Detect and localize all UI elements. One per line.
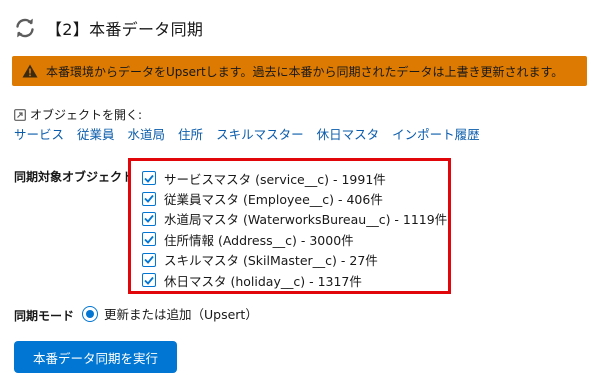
sync-target-holiday[interactable]: 休日マスタ (holiday__c) - 1317件	[142, 270, 448, 290]
object-links: サービス 従業員 水道局 住所 スキルマスター 休日マスタ インポート履歴	[14, 124, 493, 143]
checkbox[interactable]	[142, 252, 156, 267]
checkbox[interactable]	[142, 211, 156, 226]
sync-target-employee[interactable]: 従業員マスタ (Employee__c) - 406件	[142, 188, 448, 208]
link-skill-master[interactable]: スキルマスター	[216, 124, 304, 143]
page-title: 【2】本番データ同期	[46, 20, 204, 39]
checkbox[interactable]	[142, 273, 156, 288]
sync-target-label: 従業員マスタ (Employee__c) - 406件	[164, 192, 383, 208]
checkbox[interactable]	[142, 232, 156, 247]
sync-icon	[12, 15, 38, 41]
sync-target-label: スキルマスタ (SkilMaster__c) - 27件	[164, 253, 378, 269]
warning-message: 本番環境からデータをUpsertします。過去に本番から同期されたデータは上書き更…	[46, 64, 564, 79]
checkbox[interactable]	[142, 191, 156, 206]
sync-target-address[interactable]: 住所情報 (Address__c) - 3000件	[142, 229, 448, 249]
radio-button[interactable]	[82, 305, 98, 322]
sync-target-label: 休日マスタ (holiday__c) - 1317件	[164, 273, 362, 289]
checkbox[interactable]	[142, 171, 156, 186]
check-icon	[144, 174, 154, 183]
sync-target-skill[interactable]: スキルマスタ (SkilMaster__c) - 27件	[142, 250, 448, 270]
sync-target-label: 水道局マスタ (WaterworksBureau__c) - 1119件	[164, 212, 448, 228]
sync-targets-label: 同期対象オブジェクト	[14, 170, 135, 184]
sync-mode-label: 同期モード	[14, 309, 75, 323]
link-import-history[interactable]: インポート履歴	[392, 124, 480, 143]
sync-target-label: サービスマスタ (service__c) - 1991件	[164, 171, 386, 187]
link-address[interactable]: 住所	[178, 124, 203, 143]
open-objects-label: オブジェクトを開く:	[14, 106, 142, 123]
run-sync-button[interactable]: 本番データ同期を実行	[14, 341, 177, 373]
check-icon	[144, 276, 154, 285]
check-icon	[144, 256, 154, 265]
check-icon	[144, 215, 154, 224]
sync-targets-group: サービスマスタ (service__c) - 1991件 従業員マスタ (Emp…	[128, 158, 451, 294]
link-waterworks[interactable]: 水道局	[128, 124, 166, 143]
sync-mode-option-label: 更新または追加（Upsert）	[104, 307, 258, 322]
link-service[interactable]: サービス	[14, 124, 64, 143]
link-holiday-master[interactable]: 休日マスタ	[317, 124, 380, 143]
check-icon	[144, 195, 154, 203]
open-objects-text: オブジェクトを開く:	[30, 108, 143, 122]
sync-target-label: 住所情報 (Address__c) - 3000件	[164, 232, 354, 248]
open-external-icon	[14, 108, 26, 121]
warning-banner: 本番環境からデータをUpsertします。過去に本番から同期されたデータは上書き更…	[12, 56, 587, 86]
sync-target-waterworks[interactable]: 水道局マスタ (WaterworksBureau__c) - 1119件	[142, 209, 448, 229]
sync-target-service[interactable]: サービスマスタ (service__c) - 1991件	[142, 168, 448, 188]
warning-icon	[22, 64, 38, 78]
check-icon	[144, 235, 154, 244]
sync-mode-option-upsert[interactable]: 更新または追加（Upsert）	[82, 304, 258, 323]
radio-selected-dot	[86, 309, 94, 318]
link-employee[interactable]: 従業員	[77, 124, 115, 143]
page-header: 【2】本番データ同期	[12, 14, 203, 42]
